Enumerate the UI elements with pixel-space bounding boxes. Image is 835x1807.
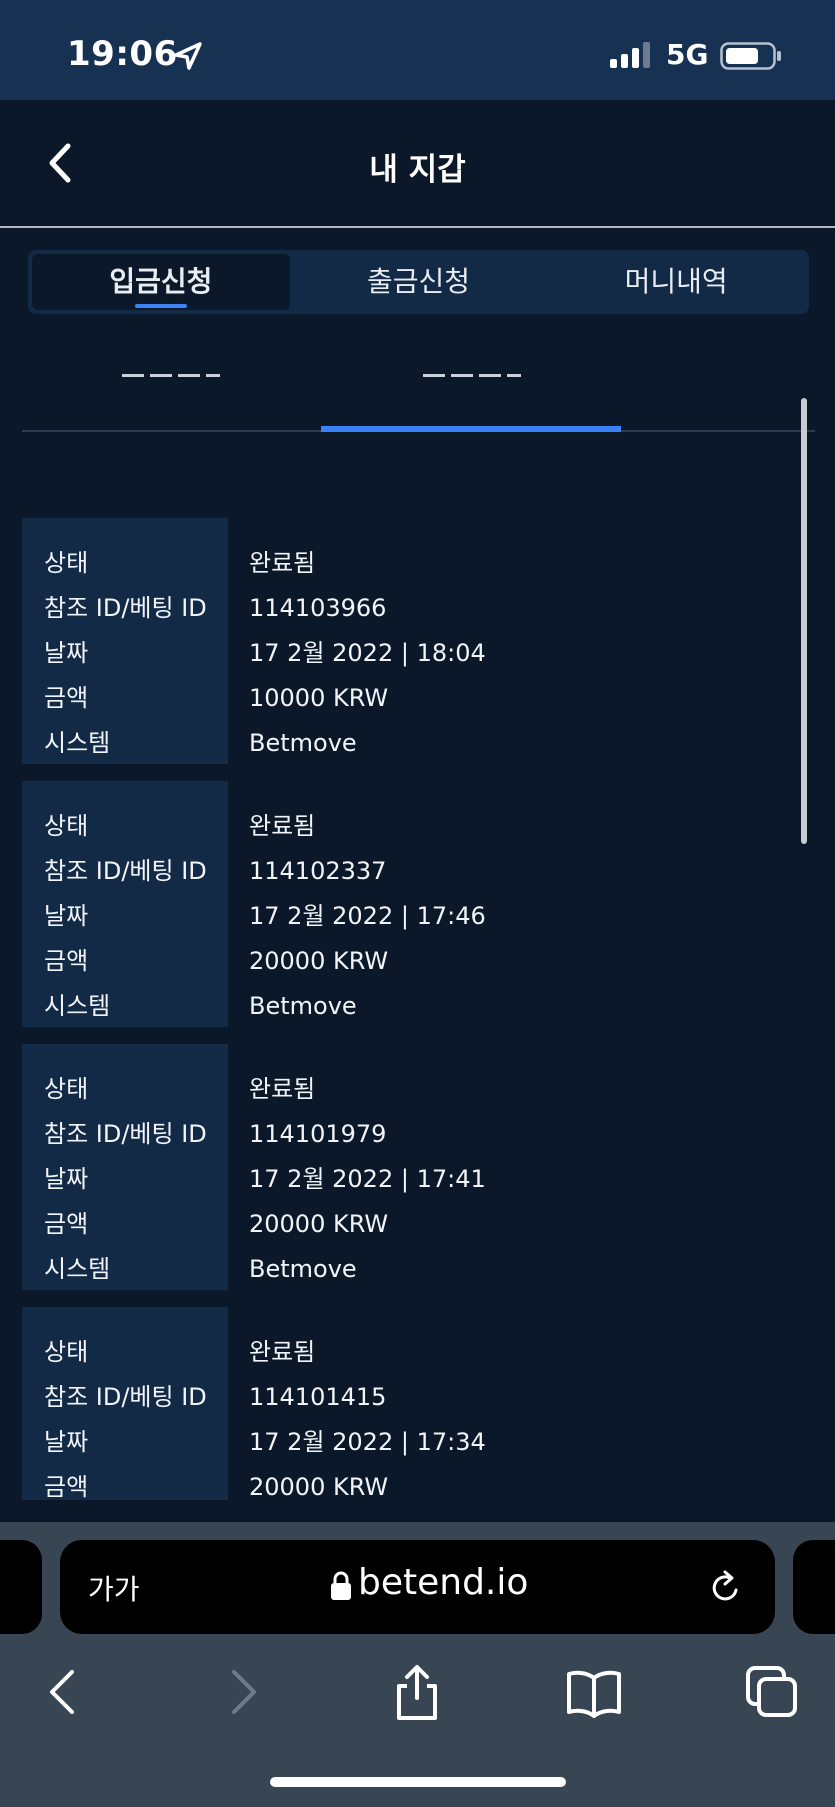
text-size-button[interactable]: 가가 xyxy=(88,1568,140,1608)
tabs-overview-icon[interactable] xyxy=(742,1662,802,1722)
transaction-card: 상태 참조 ID/베팅 ID 날짜 금액 시스템 완료됨 114103966 1… xyxy=(22,518,792,764)
amount-label: 금액 xyxy=(44,1210,89,1238)
card-value-column: 완료됨 114103966 17 2월 2022 | 18:04 10000 K… xyxy=(228,518,486,771)
ref-id-value: 114101979 xyxy=(249,1120,387,1148)
app-header: 내 지갑 xyxy=(0,100,835,228)
system-value: Betmove xyxy=(249,729,357,757)
card-value-column: 완료됨 114102337 17 2월 2022 | 17:46 20000 K… xyxy=(228,781,486,1034)
status-value: 완료됨 xyxy=(249,812,316,840)
ref-id-value: 114102337 xyxy=(249,857,387,885)
amount-value: 20000 KRW xyxy=(249,1210,389,1238)
amount-value: 20000 KRW xyxy=(249,947,389,975)
system-value: Betmove xyxy=(249,992,357,1020)
tab-label: 입금신청 xyxy=(109,265,213,298)
card-label-column: 상태 참조 ID/베팅 ID 날짜 금액 시스템 xyxy=(22,781,228,1027)
card-value-column: 완료됨 114101979 17 2월 2022 | 17:41 20000 K… xyxy=(228,1044,486,1297)
subtab-left[interactable] xyxy=(22,360,322,432)
tab-label: 머니내역 xyxy=(624,265,728,298)
date-label: 날짜 xyxy=(44,639,89,667)
browser-forward-icon[interactable] xyxy=(212,1662,272,1722)
browser-toolbar: 가가 betend.io xyxy=(0,1522,835,1807)
clipped-label-fragment xyxy=(507,374,521,377)
status-label: 상태 xyxy=(44,1075,89,1103)
clipped-label-fragment xyxy=(206,374,220,377)
card-label-column: 상태 참조 ID/베팅 ID 날짜 금액 시스템 xyxy=(22,518,228,764)
lock-icon xyxy=(331,1571,351,1600)
tab-label: 출금신청 xyxy=(366,265,471,298)
status-time: 19:06 xyxy=(67,34,178,74)
card-value-column: 완료됨 114101415 17 2월 2022 | 17:34 20000 K… xyxy=(228,1307,486,1500)
location-arrow-icon xyxy=(174,42,202,70)
amount-value: 20000 KRW xyxy=(249,1473,389,1500)
scrollbar[interactable] xyxy=(801,398,807,844)
status-value: 완료됨 xyxy=(249,549,316,577)
tab-money-history[interactable]: 머니내역 xyxy=(547,254,805,310)
clipped-label-fragment xyxy=(178,374,200,377)
date-label: 날짜 xyxy=(44,902,89,930)
transaction-list[interactable]: 상태 참조 ID/베팅 ID 날짜 금액 시스템 완료됨 114103966 1… xyxy=(22,500,792,1500)
status-bar: 19:06 5G xyxy=(0,0,835,100)
date-label: 날짜 xyxy=(44,1165,89,1193)
tab-deposit-request[interactable]: 입금신청 xyxy=(32,254,290,310)
ref-id-label: 참조 ID/베팅 ID xyxy=(44,1383,207,1411)
amount-label: 금액 xyxy=(44,947,89,975)
date-label: 날짜 xyxy=(44,1428,89,1456)
ref-id-value: 114101415 xyxy=(249,1383,387,1411)
status-label: 상태 xyxy=(44,812,89,840)
amount-value: 10000 KRW xyxy=(249,684,389,712)
bookmarks-icon[interactable] xyxy=(564,1662,624,1722)
next-tab-preview[interactable] xyxy=(793,1540,835,1634)
transaction-card: 상태 참조 ID/베팅 ID 날짜 금액 완료됨 114101415 17 2월… xyxy=(22,1307,792,1500)
home-indicator xyxy=(270,1777,566,1787)
ref-id-value: 114103966 xyxy=(249,594,387,622)
ref-id-label: 참조 ID/베팅 ID xyxy=(44,857,207,885)
subtab-active-indicator xyxy=(321,426,621,432)
wallet-tabs: 입금신청 출금신청 머니내역 xyxy=(28,250,809,314)
network-type: 5G xyxy=(666,38,709,71)
address-bar[interactable]: 가가 betend.io xyxy=(60,1540,775,1634)
transaction-card: 상태 참조 ID/베팅 ID 날짜 금액 시스템 완료됨 114102337 1… xyxy=(22,781,792,1027)
date-value: 17 2월 2022 | 17:46 xyxy=(249,902,486,930)
clipped-label-fragment xyxy=(423,374,445,377)
status-value: 완료됨 xyxy=(249,1338,316,1366)
subtab-right-active[interactable] xyxy=(321,360,621,432)
tab-withdraw-request[interactable]: 출금신청 xyxy=(290,254,548,310)
clipped-label-fragment xyxy=(150,374,172,377)
amount-label: 금액 xyxy=(44,1473,89,1500)
transaction-card: 상태 참조 ID/베팅 ID 날짜 금액 시스템 완료됨 114101979 1… xyxy=(22,1044,792,1290)
battery-icon xyxy=(720,42,781,70)
clipped-label-fragment xyxy=(122,374,144,377)
clipped-label-fragment xyxy=(479,374,501,377)
system-label: 시스템 xyxy=(44,729,111,757)
history-subtabs xyxy=(22,360,815,432)
share-icon[interactable] xyxy=(387,1662,447,1722)
status-label: 상태 xyxy=(44,1338,89,1366)
page-title: 내 지갑 xyxy=(369,152,466,188)
url-text: betend.io xyxy=(358,1562,529,1603)
status-label: 상태 xyxy=(44,549,89,577)
date-value: 17 2월 2022 | 17:41 xyxy=(249,1165,486,1193)
status-value: 완료됨 xyxy=(249,1075,316,1103)
date-value: 17 2월 2022 | 18:04 xyxy=(249,639,486,667)
system-label: 시스템 xyxy=(44,1255,111,1283)
amount-label: 금액 xyxy=(44,684,89,712)
active-tab-indicator xyxy=(134,304,187,308)
date-value: 17 2월 2022 | 17:34 xyxy=(249,1428,486,1456)
previous-tab-preview[interactable] xyxy=(0,1540,42,1634)
ref-id-label: 참조 ID/베팅 ID xyxy=(44,594,207,622)
system-value: Betmove xyxy=(249,1255,357,1283)
card-label-column: 상태 참조 ID/베팅 ID 날짜 금액 xyxy=(22,1307,228,1500)
cellular-signal-icon xyxy=(610,42,650,68)
reload-icon[interactable] xyxy=(708,1568,744,1606)
card-label-column: 상태 참조 ID/베팅 ID 날짜 금액 시스템 xyxy=(22,1044,228,1290)
browser-back-icon[interactable] xyxy=(34,1662,94,1722)
ref-id-label: 참조 ID/베팅 ID xyxy=(44,1120,207,1148)
clipped-label-fragment xyxy=(451,374,473,377)
system-label: 시스템 xyxy=(44,992,111,1020)
